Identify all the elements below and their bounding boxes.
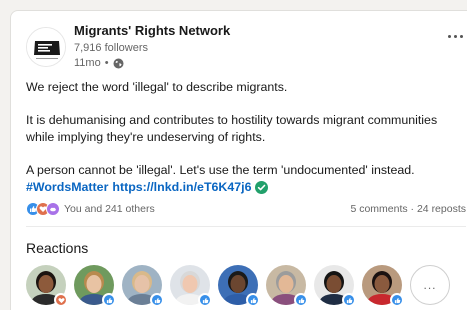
- author-block: Migrants' Rights Network 7,916 followers…: [74, 23, 230, 70]
- support-icon: [46, 202, 60, 216]
- post-paragraph: We reject the word 'illegal' to describe…: [26, 80, 288, 94]
- divider: [26, 226, 466, 227]
- social-counts-row: You and 241 others 5 comments · 24 repos…: [26, 202, 466, 218]
- reposts-count[interactable]: 24 reposts: [417, 203, 466, 215]
- hashtag-link[interactable]: #WordsMatter: [26, 179, 108, 196]
- follower-count: 7,916 followers: [74, 42, 148, 54]
- comments-count[interactable]: 5 comments: [350, 203, 407, 215]
- verified-check-icon: [255, 181, 269, 194]
- reactions-heading: Reactions: [26, 240, 89, 256]
- post-body: We reject the word 'illegal' to describe…: [26, 79, 456, 196]
- reactor-avatar[interactable]: [170, 265, 212, 307]
- reactor-avatar[interactable]: [26, 265, 68, 307]
- url-link[interactable]: https://lnkd.in/eT6K47j6: [112, 179, 251, 196]
- post-card: Migrants' Rights Network 7,916 followers…: [10, 10, 467, 310]
- author-name[interactable]: Migrants' Rights Network: [74, 23, 230, 39]
- like-badge-icon: [246, 293, 260, 307]
- like-badge-icon: [342, 293, 356, 307]
- like-badge-icon: [294, 293, 308, 307]
- like-badge-icon: [102, 293, 116, 307]
- counts-separator: ·: [410, 203, 415, 215]
- like-badge-icon: [150, 293, 164, 307]
- globe-icon: [113, 58, 124, 69]
- more-reactions-button[interactable]: ...: [410, 265, 450, 305]
- more-options-icon[interactable]: [448, 35, 463, 38]
- post-paragraph: It is dehumanising and contributes to ho…: [26, 113, 438, 144]
- post-time: 11mo: [74, 57, 101, 69]
- like-badge-icon: [198, 293, 212, 307]
- mrn-logo-graphic: [27, 28, 65, 66]
- post-tags: #WordsMatter https://lnkd.in/eT6K47j6: [26, 179, 456, 196]
- reactors-text[interactable]: You and 241 others: [64, 203, 155, 215]
- reactor-avatar[interactable]: [266, 265, 308, 307]
- post-meta: 11mo •: [74, 56, 230, 70]
- reactor-avatar[interactable]: [362, 265, 404, 307]
- post-paragraph: A person cannot be 'illegal'. Let's use …: [26, 163, 415, 177]
- reactor-avatar[interactable]: [314, 265, 356, 307]
- reactor-avatar[interactable]: [218, 265, 260, 307]
- reactor-avatars: ...: [26, 265, 466, 309]
- reactor-avatar[interactable]: [122, 265, 164, 307]
- like-badge-icon: [390, 293, 404, 307]
- meta-separator: •: [104, 57, 109, 69]
- love-badge-icon: [54, 293, 68, 307]
- organization-logo[interactable]: [26, 27, 66, 67]
- reactor-avatar[interactable]: [74, 265, 116, 307]
- post-header: Migrants' Rights Network 7,916 followers…: [26, 23, 466, 73]
- engagement-counts: 5 comments · 24 reposts: [350, 203, 466, 215]
- reaction-icons[interactable]: [26, 202, 60, 216]
